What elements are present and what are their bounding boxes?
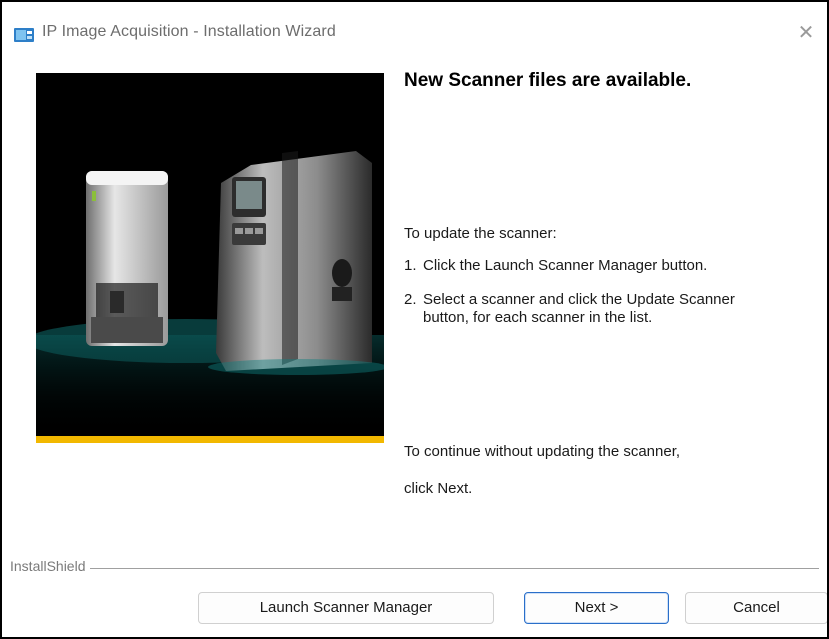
step-number: 1. (404, 257, 417, 274)
continue-text-line-1: To continue without updating the scanner… (404, 443, 681, 460)
intro-text: To update the scanner: (404, 225, 557, 242)
next-button[interactable]: Next > (524, 592, 669, 624)
step-item-1: 1. Click the Launch Scanner Manager butt… (404, 257, 804, 275)
window-title: IP Image Acquisition - Installation Wiza… (42, 23, 336, 40)
title-bar[interactable]: IP Image Acquisition - Installation Wiza… (2, 2, 827, 68)
page-heading: New Scanner files are available. (404, 70, 692, 91)
installshield-label: InstallShield (10, 558, 90, 574)
footer-divider (10, 568, 819, 569)
step-item-2: 2. Select a scanner and click the Update… (404, 291, 784, 327)
launch-scanner-manager-button[interactable]: Launch Scanner Manager (198, 592, 494, 624)
installer-window: IP Image Acquisition - Installation Wiza… (0, 0, 829, 639)
step-text: Click the Launch Scanner Manager button. (423, 257, 708, 274)
installer-app-icon (14, 26, 34, 44)
scanner-product-image (36, 73, 384, 443)
cancel-button[interactable]: Cancel (685, 592, 827, 624)
step-number: 2. (404, 291, 417, 308)
scanner-illustration (36, 151, 384, 435)
accent-stripe (36, 436, 384, 443)
step-text: Select a scanner and click the Update Sc… (423, 291, 735, 326)
close-icon[interactable]: ✕ (793, 20, 819, 46)
continue-text-line-2: click Next. (404, 480, 473, 497)
